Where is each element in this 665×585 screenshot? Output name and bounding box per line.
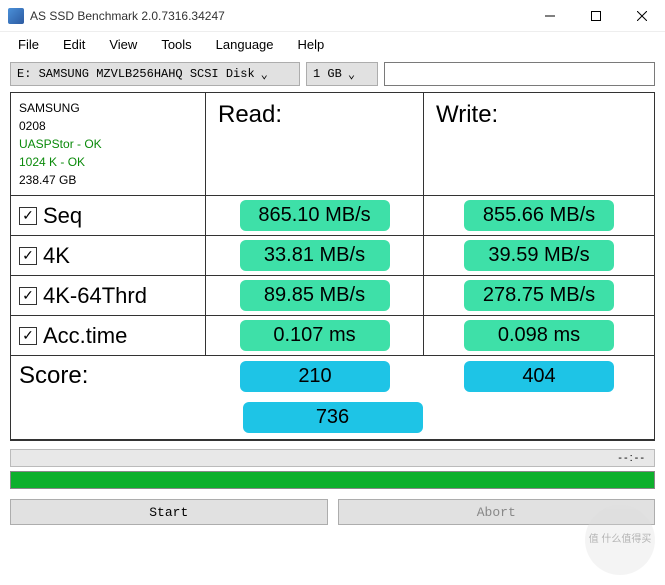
4k-read: 33.81 MB/s	[240, 240, 390, 271]
results-grid: SAMSUNG 0208 UASPStor - OK 1024 K - OK 2…	[10, 92, 655, 441]
text-input[interactable]	[384, 62, 655, 86]
write-header: Write:	[424, 93, 654, 195]
drive-name: SAMSUNG	[19, 99, 197, 117]
maximize-button[interactable]	[573, 0, 619, 31]
4k64-write: 278.75 MB/s	[464, 280, 614, 311]
acc-checkbox[interactable]: ✓	[19, 327, 37, 345]
chevron-down-icon: ⌄	[261, 67, 268, 82]
score-write: 404	[464, 361, 614, 392]
start-button[interactable]: Start	[10, 499, 328, 525]
4k-write: 39.59 MB/s	[464, 240, 614, 271]
watermark-icon: 值 什么值得买	[585, 505, 655, 575]
menu-file[interactable]: File	[8, 35, 49, 54]
menu-view[interactable]: View	[99, 35, 147, 54]
acc-write: 0.098 ms	[464, 320, 614, 351]
acc-label: Acc.time	[43, 323, 127, 349]
selector-row: E: SAMSUNG MZVLB256HAHQ SCSI Disk ⌄ 1 GB ⌄	[0, 56, 665, 92]
title-bar: AS SSD Benchmark 2.0.7316.34247	[0, 0, 665, 32]
app-icon	[8, 8, 24, 24]
seq-checkbox[interactable]: ✓	[19, 207, 37, 225]
menu-edit[interactable]: Edit	[53, 35, 95, 54]
window-title: AS SSD Benchmark 2.0.7316.34247	[30, 9, 527, 23]
score-total: 736	[243, 402, 423, 433]
drive-select-value: E: SAMSUNG MZVLB256HAHQ SCSI Disk	[17, 67, 255, 81]
size-select[interactable]: 1 GB ⌄	[306, 62, 378, 86]
drive-fw: 0208	[19, 117, 197, 135]
drive-info: SAMSUNG 0208 UASPStor - OK 1024 K - OK 2…	[11, 93, 206, 195]
drive-align: 1024 K - OK	[19, 153, 197, 171]
seq-write: 855.66 MB/s	[464, 200, 614, 231]
seq-read: 865.10 MB/s	[240, 200, 390, 231]
progress-bar	[10, 471, 655, 489]
drive-select[interactable]: E: SAMSUNG MZVLB256HAHQ SCSI Disk ⌄	[10, 62, 300, 86]
4k-label: 4K	[43, 243, 70, 269]
size-select-value: 1 GB	[313, 67, 342, 81]
4k64-checkbox[interactable]: ✓	[19, 287, 37, 305]
menu-tools[interactable]: Tools	[151, 35, 201, 54]
score-read: 210	[240, 361, 390, 392]
status-time: --:--	[618, 452, 646, 464]
menu-bar: File Edit View Tools Language Help	[0, 32, 665, 56]
status-bar: --:--	[10, 449, 655, 467]
score-header: Score:	[19, 362, 88, 390]
menu-language[interactable]: Language	[206, 35, 284, 54]
4k-checkbox[interactable]: ✓	[19, 247, 37, 265]
seq-label: Seq	[43, 203, 82, 229]
4k64-read: 89.85 MB/s	[240, 280, 390, 311]
drive-driver: UASPStor - OK	[19, 135, 197, 153]
close-button[interactable]	[619, 0, 665, 31]
score-row: Score: 210 404 736	[11, 356, 654, 440]
drive-capacity: 238.47 GB	[19, 171, 197, 189]
4k64-label: 4K-64Thrd	[43, 283, 147, 309]
acc-read: 0.107 ms	[240, 320, 390, 351]
minimize-button[interactable]	[527, 0, 573, 31]
read-header: Read:	[206, 93, 424, 195]
menu-help[interactable]: Help	[288, 35, 335, 54]
chevron-down-icon: ⌄	[348, 67, 355, 82]
